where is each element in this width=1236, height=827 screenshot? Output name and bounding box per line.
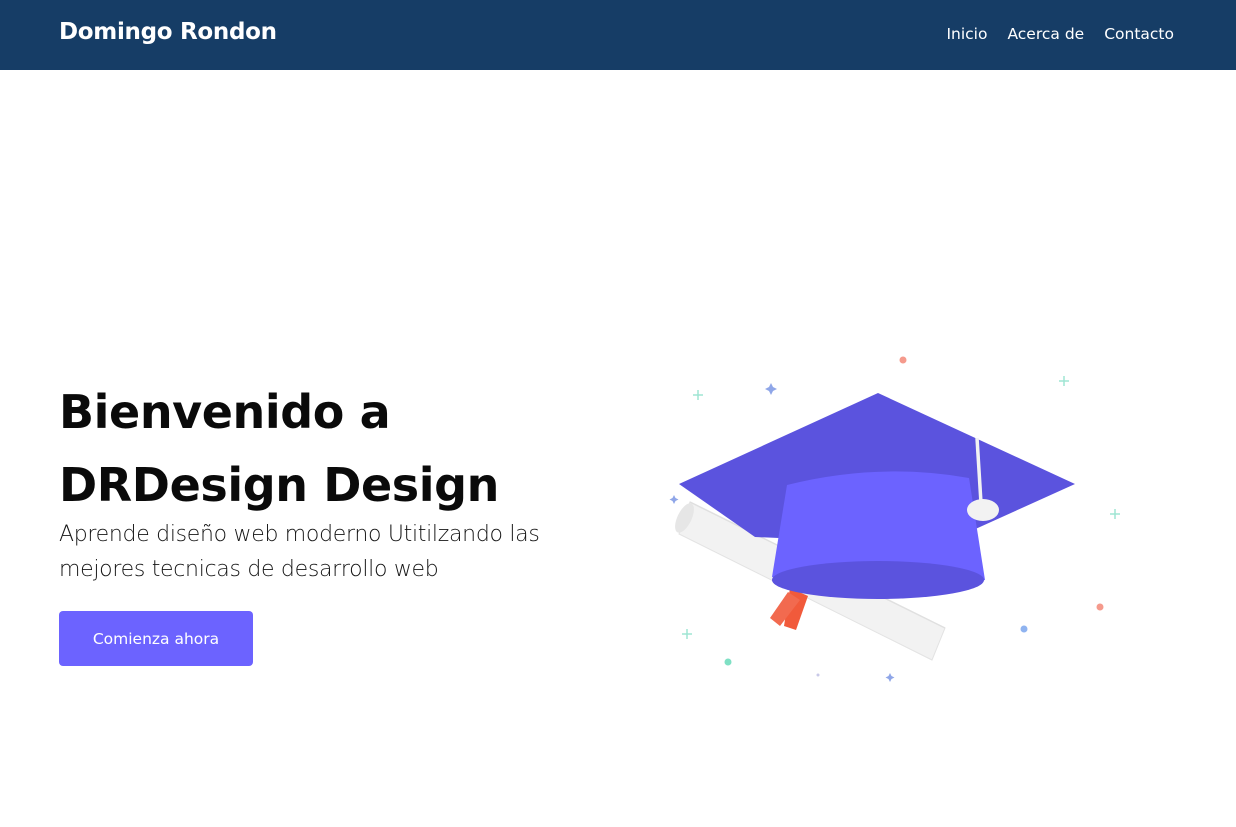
cap-body — [772, 471, 985, 599]
diploma-ribbon — [770, 588, 808, 630]
nav-link-contacto[interactable]: Contacto — [1104, 25, 1174, 43]
start-now-button[interactable]: Comienza ahora — [59, 611, 253, 666]
navbar: Domingo Rondon Inicio Acerca de Contacto — [0, 0, 1236, 70]
hero-subtitle: Aprende diseño web moderno Utitilzando l… — [59, 522, 540, 582]
hero-title: Bienvenido a DRDesign Design — [59, 376, 619, 522]
nav-link-acerca-de[interactable]: Acerca de — [1007, 25, 1084, 43]
hero-title-line-1: Bienvenido a — [59, 385, 391, 439]
graduation-cap-illustration — [669, 356, 1120, 682]
hero-title-line-2: DRDesign Design — [59, 458, 500, 512]
nav-link-inicio[interactable]: Inicio — [946, 25, 987, 43]
main-nav: Inicio Acerca de Contacto — [946, 25, 1174, 43]
brand-logo[interactable]: Domingo Rondon — [59, 19, 277, 45]
